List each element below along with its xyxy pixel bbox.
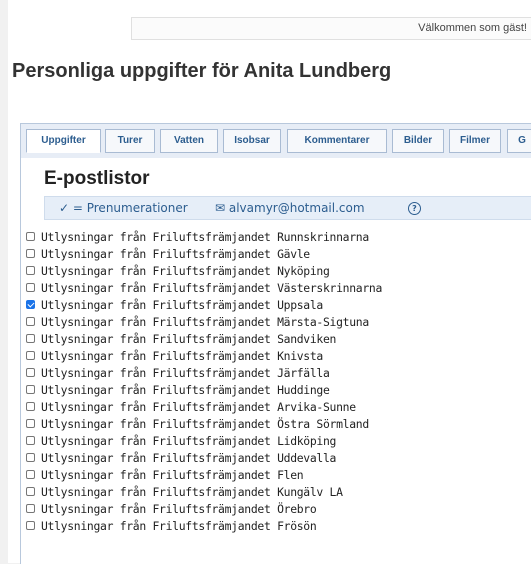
- checkbox[interactable]: [26, 334, 35, 343]
- subscription-info-bar: ✓ = Prenumerationer ✉ alvamyr@hotmail.co…: [44, 196, 531, 220]
- page-gutter: [0, 0, 8, 563]
- list-item-label: Utlysningar från Friluftsfrämjandet Kung…: [41, 484, 343, 499]
- list-item[interactable]: Utlysningar från Friluftsfrämjandet Kung…: [26, 483, 382, 500]
- list-item-label: Utlysningar från Friluftsfrämjandet Sand…: [41, 331, 337, 346]
- tab-uppgifter[interactable]: Uppgifter: [26, 129, 101, 153]
- tab-isobsar[interactable]: Isobsar: [223, 129, 281, 153]
- list-item[interactable]: Utlysningar från Friluftsfrämjandet Järf…: [26, 364, 382, 381]
- checkbox[interactable]: [26, 232, 35, 241]
- mailing-list: Utlysningar från Friluftsfrämjandet Runn…: [26, 228, 382, 534]
- list-item[interactable]: Utlysningar från Friluftsfrämjandet Flen: [26, 466, 382, 483]
- list-item-label: Utlysningar från Friluftsfrämjandet Järf…: [41, 365, 330, 380]
- list-item-label: Utlysningar från Friluftsfrämjandet Östr…: [41, 416, 369, 431]
- list-item-label: Utlysningar från Friluftsfrämjandet Arvi…: [41, 399, 356, 414]
- checkbox[interactable]: [26, 487, 35, 496]
- list-item-label: Utlysningar från Friluftsfrämjandet Hudd…: [41, 382, 330, 397]
- list-item-label: Utlysningar från Friluftsfrämjandet Flen: [41, 467, 304, 482]
- list-item-label: Utlysningar från Friluftsfrämjandet Udde…: [41, 450, 337, 465]
- list-item[interactable]: Utlysningar från Friluftsfrämjandet Runn…: [26, 228, 382, 245]
- list-item-label: Utlysningar från Friluftsfrämjandet Nykö…: [41, 263, 330, 278]
- list-item[interactable]: Utlysningar från Friluftsfrämjandet Märs…: [26, 313, 382, 330]
- list-item[interactable]: Utlysningar från Friluftsfrämjandet Nykö…: [26, 262, 382, 279]
- list-item[interactable]: Utlysningar från Friluftsfrämjandet Lidk…: [26, 432, 382, 449]
- checkbox[interactable]: [26, 385, 35, 394]
- list-item[interactable]: Utlysningar från Friluftsfrämjandet Kniv…: [26, 347, 382, 364]
- subscription-legend: ✓ = Prenumerationer: [59, 201, 188, 215]
- tab-kommentarer[interactable]: Kommentarer: [287, 129, 387, 153]
- list-item-label: Utlysningar från Friluftsfrämjandet Väst…: [41, 280, 383, 295]
- list-item[interactable]: Utlysningar från Friluftsfrämjandet Gävl…: [26, 245, 382, 262]
- checkbox[interactable]: [26, 283, 35, 292]
- checkbox[interactable]: [26, 419, 35, 428]
- list-item-label: Utlysningar från Friluftsfrämjandet Runn…: [41, 229, 369, 244]
- checkbox[interactable]: [26, 368, 35, 377]
- list-item[interactable]: Utlysningar från Friluftsfrämjandet Arvi…: [26, 398, 382, 415]
- section-title: E-postlistor: [44, 168, 150, 189]
- list-item-label: Utlysningar från Friluftsfrämjandet Lidk…: [41, 433, 337, 448]
- checkbox[interactable]: [26, 470, 35, 479]
- checkbox[interactable]: [26, 317, 35, 326]
- list-item[interactable]: Utlysningar från Friluftsfrämjandet Östr…: [26, 415, 382, 432]
- list-item[interactable]: Utlysningar från Friluftsfrämjandet Frös…: [26, 517, 382, 534]
- checkbox[interactable]: [26, 521, 35, 530]
- help-icon[interactable]: ?: [408, 202, 421, 215]
- checkbox[interactable]: [26, 266, 35, 275]
- tab-filmer[interactable]: Filmer: [449, 129, 501, 153]
- list-item[interactable]: Utlysningar från Friluftsfrämjandet Väst…: [26, 279, 382, 296]
- list-item-label: Utlysningar från Friluftsfrämjandet Gävl…: [41, 246, 310, 261]
- checkbox[interactable]: [26, 504, 35, 513]
- top-bar: Välkommen som gäst!: [131, 17, 531, 40]
- list-item-label: Utlysningar från Friluftsfrämjandet Öreb…: [41, 501, 317, 516]
- list-item-label: Utlysningar från Friluftsfrämjandet Upps…: [41, 297, 323, 312]
- checkbox[interactable]: [26, 436, 35, 445]
- list-item[interactable]: Utlysningar från Friluftsfrämjandet Hudd…: [26, 381, 382, 398]
- checkbox[interactable]: [26, 249, 35, 258]
- list-item-label: Utlysningar från Friluftsfrämjandet Frös…: [41, 518, 317, 533]
- list-item[interactable]: Utlysningar från Friluftsfrämjandet Udde…: [26, 449, 382, 466]
- welcome-message: Välkommen som gäst!: [418, 22, 527, 34]
- tab-bilder[interactable]: Bilder: [392, 129, 444, 153]
- list-item[interactable]: Utlysningar från Friluftsfrämjandet Öreb…: [26, 500, 382, 517]
- checkbox[interactable]: [26, 351, 35, 360]
- list-item[interactable]: Utlysningar från Friluftsfrämjandet Sand…: [26, 330, 382, 347]
- page-title: Personliga uppgifter för Anita Lundberg: [12, 60, 392, 82]
- checkbox-checked[interactable]: [26, 300, 35, 309]
- list-item-label: Utlysningar från Friluftsfrämjandet Märs…: [41, 314, 369, 329]
- list-item[interactable]: Utlysningar från Friluftsfrämjandet Upps…: [26, 296, 382, 313]
- checkbox[interactable]: [26, 402, 35, 411]
- tab-vatten[interactable]: Vatten: [160, 129, 218, 153]
- tab-g[interactable]: G: [507, 129, 531, 153]
- checkbox[interactable]: [26, 453, 35, 462]
- email-address[interactable]: ✉ alvamyr@hotmail.com: [215, 201, 365, 215]
- list-item-label: Utlysningar från Friluftsfrämjandet Kniv…: [41, 348, 323, 363]
- tab-turer[interactable]: Turer: [105, 129, 155, 153]
